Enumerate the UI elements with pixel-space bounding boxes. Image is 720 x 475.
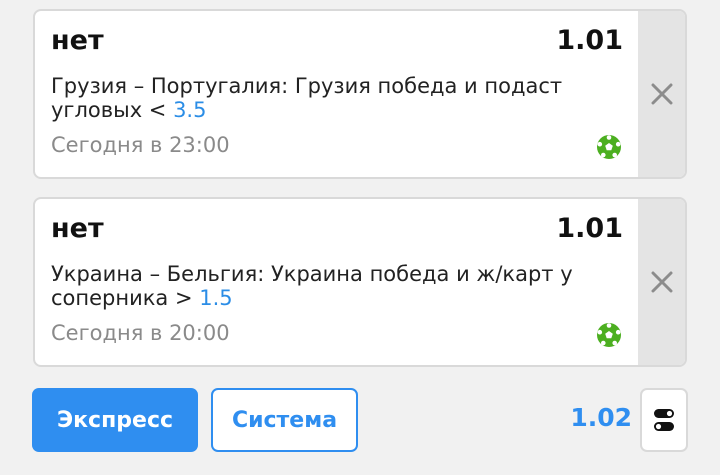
remove-bet-button[interactable]: [638, 199, 685, 365]
bet-description-text: Грузия – Португалия: Грузия победа и под…: [51, 74, 563, 122]
bet-time: Сегодня в 23:00: [51, 133, 230, 157]
bet-title: нет: [51, 213, 104, 244]
bet-title: нет: [51, 25, 104, 56]
system-button[interactable]: Система: [211, 388, 358, 452]
bet-description: Украина – Бельгия: Украина победа и ж/ка…: [51, 262, 631, 310]
soccer-ball-icon: [597, 323, 621, 347]
bet-odds: 1.01: [556, 213, 623, 244]
bet-odds: 1.01: [556, 25, 623, 56]
bet-card: нет 1.01 Грузия – Португалия: Грузия поб…: [33, 9, 687, 179]
remove-bet-button[interactable]: [638, 11, 685, 177]
bet-description: Грузия – Португалия: Грузия победа и под…: [51, 74, 631, 122]
bet-description-value: 1.5: [199, 286, 233, 310]
bet-description-value: 3.5: [173, 98, 207, 122]
bet-card: нет 1.01 Украина – Бельгия: Украина побе…: [33, 197, 687, 367]
toggle-settings-icon: [654, 409, 674, 431]
close-icon: [651, 83, 672, 105]
bet-settings-button[interactable]: [640, 388, 688, 452]
express-button[interactable]: Экспресс: [32, 388, 198, 452]
bet-description-text: Украина – Бельгия: Украина победа и ж/ка…: [51, 262, 573, 310]
bet-time: Сегодня в 20:00: [51, 321, 230, 345]
bet-card-body[interactable]: нет 1.01 Украина – Бельгия: Украина побе…: [35, 199, 640, 365]
soccer-ball-icon: [597, 135, 621, 159]
total-odds: 1.02: [570, 403, 632, 432]
close-icon: [651, 271, 672, 293]
bet-card-body[interactable]: нет 1.01 Грузия – Португалия: Грузия поб…: [35, 11, 640, 177]
